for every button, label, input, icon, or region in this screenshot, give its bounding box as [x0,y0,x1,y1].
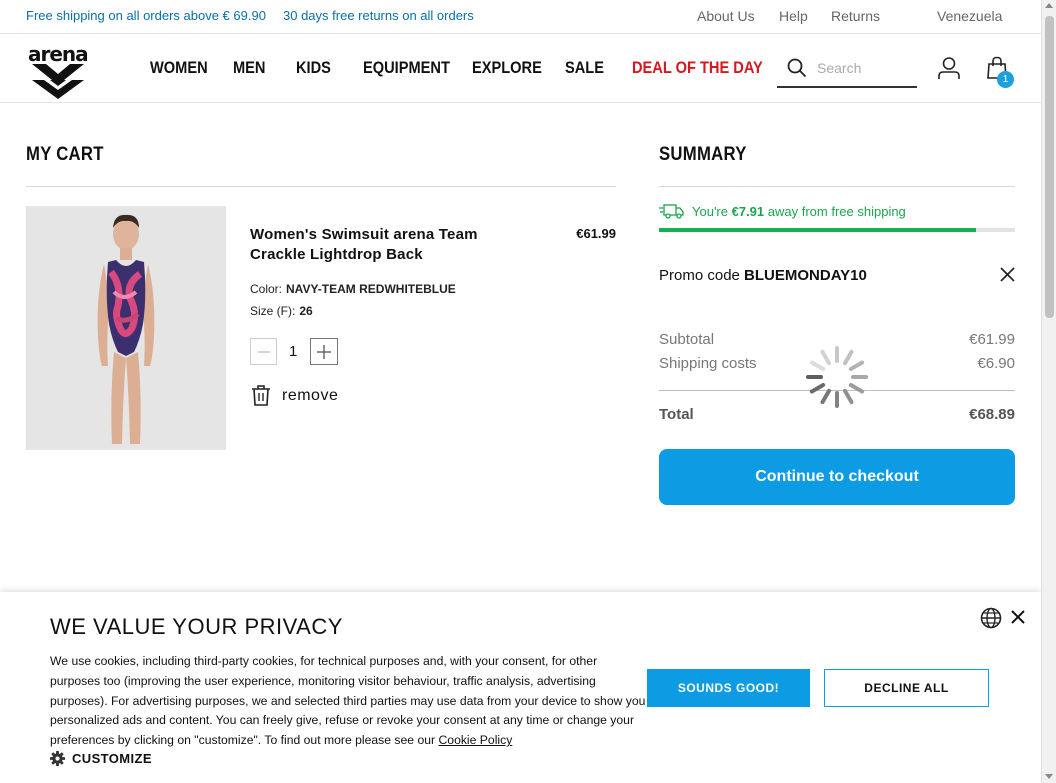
color-value: NAVY-TEAM REDWHITEBLUE [286,282,456,296]
free-shipping-promo[interactable]: Free shipping on all orders above € 69.9… [26,8,266,23]
summary-title: SUMMARY [659,144,747,165]
logo-wordmark: arena [28,42,89,66]
product-image[interactable] [26,206,226,450]
cookie-description: We use cookies, including third-party co… [50,652,650,751]
cookie-policy-link[interactable]: Cookie Policy [438,733,512,747]
top-bar: Free shipping on all orders above € 69.9… [0,0,1041,34]
shipping-costs-value: €6.90 [977,355,1015,372]
account-icon[interactable] [937,56,961,80]
scrollbar-thumb[interactable] [1045,16,1054,318]
free-returns-promo[interactable]: 30 days free returns on all orders [283,8,474,23]
shipping-suffix: away from free shipping [767,204,906,219]
diamond-logo-icon [32,64,84,99]
nav-explore[interactable]: EXPLORE [472,58,542,78]
promo-label: Promo code [659,267,740,284]
product-color: Color: NAVY-TEAM REDWHITEBLUE [250,282,456,296]
search-box [777,54,917,88]
gear-icon [50,751,65,766]
trash-icon [252,385,270,406]
cookie-consent-banner: WE VALUE YOUR PRIVACY We use cookies, in… [0,592,1041,783]
accept-cookies-button[interactable]: SOUNDS GOOD! [647,669,810,707]
promo-code-value: BLUEMONDAY10 [744,267,867,284]
delivery-truck-icon [659,204,684,219]
search-input[interactable] [817,60,912,76]
arena-logo[interactable]: arena [26,42,90,99]
divider [26,186,616,187]
cart-page: Free shipping on all orders above € 69.9… [0,0,1041,783]
remove-label: remove [282,387,339,404]
continue-to-checkout-button[interactable]: Continue to checkout [659,449,1015,505]
scroll-down-arrow-icon[interactable] [1045,774,1053,779]
nav-deal-of-the-day[interactable]: DEAL OF THE DAY [632,58,763,78]
main-header: arena WOMEN MEN KIDS EQUIPMENT EXPLORE S… [0,34,1041,103]
subtotal-value: €61.99 [969,331,1015,348]
nav-men[interactable]: MEN [233,58,265,78]
cookie-title: WE VALUE YOUR PRIVACY [50,614,343,639]
free-shipping-progress [659,228,1015,232]
nav-sale[interactable]: SALE [565,58,604,78]
total-value: €68.89 [969,406,1015,423]
minus-icon [257,351,270,353]
quantity-increase-button[interactable] [310,338,338,365]
returns-link[interactable]: Returns [831,8,880,24]
shipping-amount: €7.91 [731,204,765,219]
language-globe-icon[interactable] [980,607,1002,629]
nav-women[interactable]: WOMEN [150,58,208,78]
bag-count-badge: 1 [997,71,1014,88]
loading-spinner-icon [806,346,868,408]
nav-kids[interactable]: KIDS [296,58,331,78]
country-selector[interactable]: Venezuela [937,8,1002,24]
shipping-costs-label: Shipping costs [659,355,757,372]
product-size: Size (F): 26 [250,304,313,318]
help-link[interactable]: Help [779,8,808,24]
cookie-text: We use cookies, including third-party co… [50,654,646,748]
size-value: 26 [299,304,313,318]
size-label: Size (F): [250,304,296,318]
quantity-value: 1 [289,343,298,360]
page-scrollbar[interactable] [1041,0,1056,783]
search-icon[interactable] [787,58,807,78]
progress-fill [659,228,976,232]
applied-promo-code: Promo code BLUEMONDAY10 [659,267,867,284]
swimsuit-model-image [26,206,226,450]
customize-label: CUSTOMIZE [72,751,152,766]
about-us-link[interactable]: About Us [697,8,755,24]
divider [659,186,1015,187]
product-price: €61.99 [576,226,616,241]
quantity-decrease-button[interactable] [250,338,277,365]
cart-title: MY CART [26,144,104,165]
plus-icon [317,345,331,359]
subtotal-label: Subtotal [659,331,715,348]
close-icon[interactable] [1011,610,1025,624]
total-label: Total [659,406,694,423]
shipping-prefix: You're [692,204,728,219]
scroll-up-arrow-icon[interactable] [1045,3,1053,8]
decline-all-button[interactable]: DECLINE ALL [824,669,989,707]
remove-promo-close-icon[interactable] [999,266,1016,283]
nav-equipment[interactable]: EQUIPMENT [363,58,450,78]
product-name[interactable]: Women's Swimsuit arena Team Crackle Ligh… [250,225,530,265]
color-label: Color: [250,282,283,296]
